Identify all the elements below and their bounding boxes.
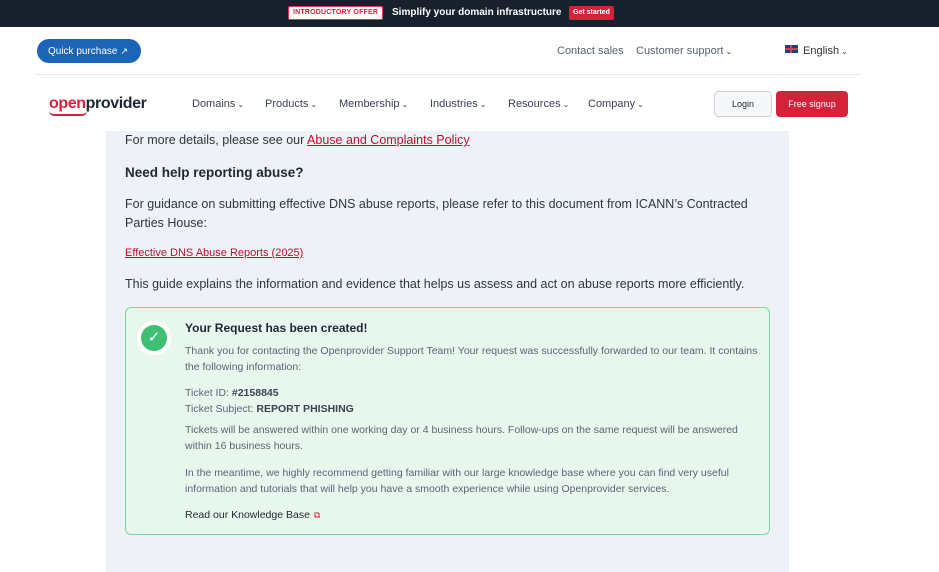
language-selector[interactable]: English ⌄: [785, 44, 848, 59]
nav-resources[interactable]: Resources ⌄: [508, 97, 569, 112]
nav-company[interactable]: Company ⌄: [588, 97, 644, 112]
guide-description: This guide explains the information and …: [125, 277, 745, 291]
contact-sales-link[interactable]: Contact sales: [557, 44, 624, 58]
logo-swoosh: [49, 111, 87, 116]
get-started-button[interactable]: Get started: [569, 6, 614, 20]
quick-purchase-button[interactable]: Quick purchase ↗: [37, 39, 141, 63]
external-link-icon: ⧉: [313, 510, 321, 520]
success-intro: Thank you for contacting the Openprovide…: [185, 345, 758, 373]
knowledge-base-recommendation: In the meantime, we highly recommend get…: [185, 467, 729, 495]
chevron-down-icon: ⌄: [479, 100, 487, 109]
promo-badge: INTRODUCTORY OFFER: [288, 6, 384, 20]
nav-domains[interactable]: Domains ⌄: [192, 97, 244, 112]
details-prefix: For more details, please see our: [125, 133, 308, 147]
free-signup-button[interactable]: Free signup: [776, 91, 848, 117]
ticket-subject-value: REPORT PHISHING: [256, 403, 354, 415]
abuse-policy-link[interactable]: Abuse and Complaints Policy: [307, 133, 470, 147]
promo-bar: INTRODUCTORY OFFER Simplify your domain …: [0, 0, 939, 27]
logo-part-provider: provider: [85, 95, 147, 112]
nav-company-label: Company: [588, 98, 636, 110]
checkmark-icon: ✓: [141, 325, 167, 351]
dns-abuse-reports-link[interactable]: Effective DNS Abuse Reports (2025): [125, 246, 303, 260]
ticket-id-value: #2158845: [231, 387, 279, 399]
response-time-text: Tickets will be answered within one work…: [185, 424, 738, 452]
nav-industries[interactable]: Industries ⌄: [430, 97, 486, 112]
chevron-down-icon: ⌄: [237, 100, 245, 109]
customer-support-label: Customer support: [636, 45, 724, 57]
logo-part-open: open: [49, 95, 86, 112]
language-label: English: [803, 45, 840, 57]
quick-purchase-label: Quick purchase: [48, 46, 118, 57]
nav-resources-label: Resources: [508, 98, 561, 110]
customer-support-menu[interactable]: Customer support ⌄: [636, 44, 732, 59]
nav-industries-label: Industries: [430, 98, 478, 110]
chevron-down-icon: ⌄: [725, 47, 733, 56]
arrow-up-right-icon: ↗: [120, 46, 129, 56]
chevron-down-icon: ⌄: [841, 47, 848, 56]
nav-membership-label: Membership: [339, 98, 400, 110]
promo-text: Simplify your domain infrastructure: [392, 7, 562, 18]
nav-products[interactable]: Products ⌄: [265, 97, 317, 112]
nav-domains-label: Domains: [192, 98, 236, 110]
login-button[interactable]: Login: [714, 91, 772, 117]
chevron-down-icon: ⌄: [401, 100, 409, 109]
ticket-subject-label: Ticket Subject:: [185, 403, 257, 415]
success-title: Your Request has been created!: [185, 321, 368, 335]
nav-membership[interactable]: Membership ⌄: [339, 97, 408, 112]
details-text: For more details, please see our Abuse a…: [125, 131, 470, 150]
ticket-subject-row: Ticket Subject: REPORT PHISHING: [185, 401, 760, 417]
chevron-down-icon: ⌄: [310, 100, 318, 109]
success-check-badge: ✓: [137, 321, 171, 355]
help-heading: Need help reporting abuse?: [125, 165, 304, 180]
uk-flag-icon: [785, 45, 798, 53]
chevron-down-icon: ⌄: [562, 100, 570, 109]
chevron-down-icon: ⌄: [637, 100, 644, 109]
success-alert: [125, 307, 770, 535]
knowledge-base-link-label: Read our Knowledge Base: [185, 509, 310, 521]
nav-products-label: Products: [265, 98, 309, 110]
ticket-id-label: Ticket ID:: [185, 387, 232, 399]
header-divider: [37, 74, 859, 75]
ticket-id-row: Ticket ID: #2158845: [185, 385, 760, 401]
guidance-text: For guidance on submitting effective DNS…: [125, 197, 748, 230]
knowledge-base-link[interactable]: Read our Knowledge Base ⧉: [185, 508, 320, 522]
